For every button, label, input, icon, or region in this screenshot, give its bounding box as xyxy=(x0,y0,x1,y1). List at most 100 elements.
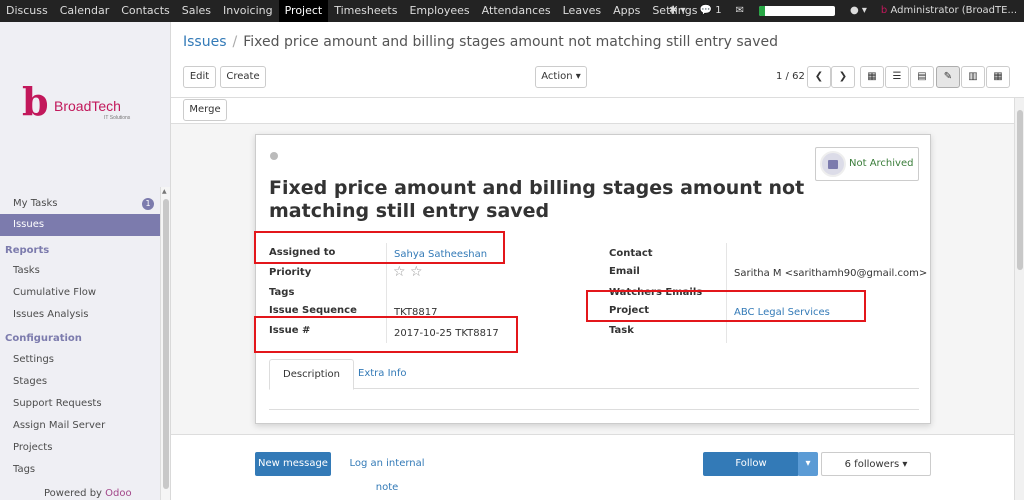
tab-extra-info[interactable]: Extra Info xyxy=(345,359,420,390)
chat-icon[interactable]: 💬 1 xyxy=(693,0,729,22)
pivot-view-icon[interactable]: ▦ xyxy=(986,66,1010,88)
user-name: Administrator (BroadTE... xyxy=(890,5,1017,16)
menu-item-discuss[interactable]: Discuss xyxy=(0,0,54,22)
sidebar-header-configuration: Configuration xyxy=(5,333,82,344)
sidebar-item-issues-analysis[interactable]: Issues Analysis xyxy=(0,304,160,326)
chat-count: 1 xyxy=(715,5,722,16)
email-label: Email xyxy=(609,266,640,277)
menu-item-sales[interactable]: Sales xyxy=(176,0,217,22)
form-view: Not Archived Fixed price amount and bill… xyxy=(171,124,1024,434)
sidebar-header-reports: Reports xyxy=(5,245,50,256)
menu-item-contacts[interactable]: Contacts xyxy=(115,0,176,22)
follow-dropdown-icon[interactable]: ▾ xyxy=(798,452,818,476)
top-navbar: Discuss Calendar Contacts Sales Invoicing Pro… xyxy=(0,0,1024,22)
tab-description[interactable]: Description xyxy=(269,359,354,390)
kanban-view-icon[interactable]: ▦ xyxy=(860,66,884,88)
create-button[interactable]: Create xyxy=(220,66,266,88)
main-content: Issues / Fixed price amount and billing st… xyxy=(171,22,1024,500)
control-panel: Issues / Fixed price amount and billing st… xyxy=(171,22,1024,98)
menu-item-invoicing[interactable]: Invoicing xyxy=(217,0,279,22)
issue-number-label: Issue # xyxy=(269,325,311,336)
company-icon: b xyxy=(880,5,888,16)
issue-sequence-value: TKT8817 xyxy=(394,307,438,318)
merge-button[interactable]: Merge xyxy=(183,99,227,121)
assigned-to-label: Assigned to xyxy=(269,247,336,258)
progress-bar xyxy=(758,6,835,16)
form-statusbar: Merge xyxy=(171,98,1024,124)
log-note-button[interactable]: Log an internal note xyxy=(339,452,435,493)
breadcrumb-issues-link[interactable]: Issues xyxy=(183,34,227,50)
contact-label: Contact xyxy=(609,248,653,259)
priority-star-icon[interactable]: ☆ xyxy=(393,265,406,279)
logo-tagline: IT Solutions xyxy=(104,115,131,121)
menu-item-attendances[interactable]: Attendances xyxy=(476,0,557,22)
systray: ✱ ▾ 💬 1 ✉ ● ▾ b Administrator (BroadTE..… xyxy=(662,0,1024,22)
graph-view-icon[interactable]: ▥ xyxy=(961,66,985,88)
sidebar-item-my-tasks[interactable]: My Tasks 1 xyxy=(0,193,160,215)
sidebar-item-assign-mail-server[interactable]: Assign Mail Server xyxy=(0,415,160,437)
project-value[interactable]: ABC Legal Services xyxy=(734,307,830,318)
field-divider xyxy=(386,243,387,343)
scroll-thumb[interactable] xyxy=(163,199,169,489)
logo-name: BroadTech xyxy=(54,98,121,114)
menu-item-calendar[interactable]: Calendar xyxy=(54,0,115,22)
watchers-emails-label: Watchers Emails xyxy=(609,287,703,298)
task-label: Task xyxy=(609,325,634,336)
issue-sequence-label: Issue Sequence xyxy=(269,305,357,316)
odoo-link[interactable]: Odoo xyxy=(105,488,131,499)
pager-value: 1 / 62 xyxy=(776,71,805,82)
tags-label: Tags xyxy=(269,287,295,298)
sidebar-scrollbar[interactable]: ▲ xyxy=(160,187,170,500)
breadcrumb: Issues / Fixed price amount and billing st… xyxy=(183,34,778,50)
menu-item-apps[interactable]: Apps xyxy=(607,0,646,22)
issue-title: Fixed price amount and billing stages am… xyxy=(269,177,805,222)
list-view-icon[interactable]: ☰ xyxy=(885,66,909,88)
sidebar-item-tasks[interactable]: Tasks xyxy=(0,260,160,282)
notebook-tabs: Description Extra Info xyxy=(269,359,919,390)
page-scrollbar[interactable] xyxy=(1014,98,1024,500)
powered-by: Powered by Odoo xyxy=(44,488,132,499)
field-divider xyxy=(726,243,727,343)
edit-button[interactable]: Edit xyxy=(183,66,216,88)
calendar-view-icon[interactable]: ▤ xyxy=(910,66,934,88)
next-record-button[interactable]: ❯ xyxy=(831,66,855,88)
new-message-button[interactable]: New message xyxy=(255,452,331,476)
menu-item-project[interactable]: Project xyxy=(278,0,329,22)
company-logo: b BroadTech IT Solutions xyxy=(22,82,152,132)
sidebar: b BroadTech IT Solutions My Tasks 1 Issu… xyxy=(0,22,171,500)
archive-icon xyxy=(820,151,846,177)
priority-star-icon[interactable]: ☆ xyxy=(410,265,423,279)
action-dropdown[interactable]: Action ▾ xyxy=(535,66,587,88)
follow-button[interactable]: Follow xyxy=(703,452,799,476)
assigned-to-value[interactable]: Sahya Satheeshan xyxy=(394,249,487,260)
chatter: New message Log an internal note Follow … xyxy=(171,434,1024,500)
archive-toggle-button[interactable]: Not Archived xyxy=(815,147,919,181)
question-icon[interactable]: ● ▾ xyxy=(843,0,874,22)
menu-item-leaves[interactable]: Leaves xyxy=(557,0,607,22)
kanban-state-icon[interactable] xyxy=(270,152,278,160)
logo-mark: b xyxy=(22,79,49,124)
issue-number-value: 2017-10-25 TKT8817 xyxy=(394,328,499,339)
form-view-icon[interactable]: ✎ xyxy=(936,66,960,88)
sidebar-item-tags[interactable]: Tags xyxy=(0,459,160,481)
menu-item-employees[interactable]: Employees xyxy=(403,0,475,22)
sidebar-item-projects[interactable]: Projects xyxy=(0,437,160,459)
archive-label: Not Archived xyxy=(849,158,914,169)
sidebar-item-cumulative-flow[interactable]: Cumulative Flow xyxy=(0,282,160,304)
mail-icon[interactable]: ✉ xyxy=(729,0,751,22)
menu-item-timesheets[interactable]: Timesheets xyxy=(328,0,403,22)
app-menu: Discuss Calendar Contacts Sales Invoicing Pro… xyxy=(0,0,703,22)
breadcrumb-current: Fixed price amount and billing stages am… xyxy=(243,34,779,50)
user-menu[interactable]: b Administrator (BroadTE... xyxy=(874,0,1024,22)
sidebar-item-stages[interactable]: Stages xyxy=(0,371,160,393)
sidebar-item-support-requests[interactable]: Support Requests xyxy=(0,393,160,415)
sidebar-item-settings[interactable]: Settings xyxy=(0,349,160,371)
scroll-up-icon[interactable]: ▲ xyxy=(162,188,167,195)
sidebar-item-issues[interactable]: Issues xyxy=(0,214,160,236)
previous-record-button[interactable]: ❮ xyxy=(807,66,831,88)
tab-content-divider xyxy=(269,409,919,410)
page-scroll-thumb[interactable] xyxy=(1017,110,1023,270)
bug-icon[interactable]: ✱ ▾ xyxy=(662,0,693,22)
breadcrumb-separator: / xyxy=(232,34,238,50)
followers-dropdown[interactable]: 6 followers ▾ xyxy=(821,452,931,476)
